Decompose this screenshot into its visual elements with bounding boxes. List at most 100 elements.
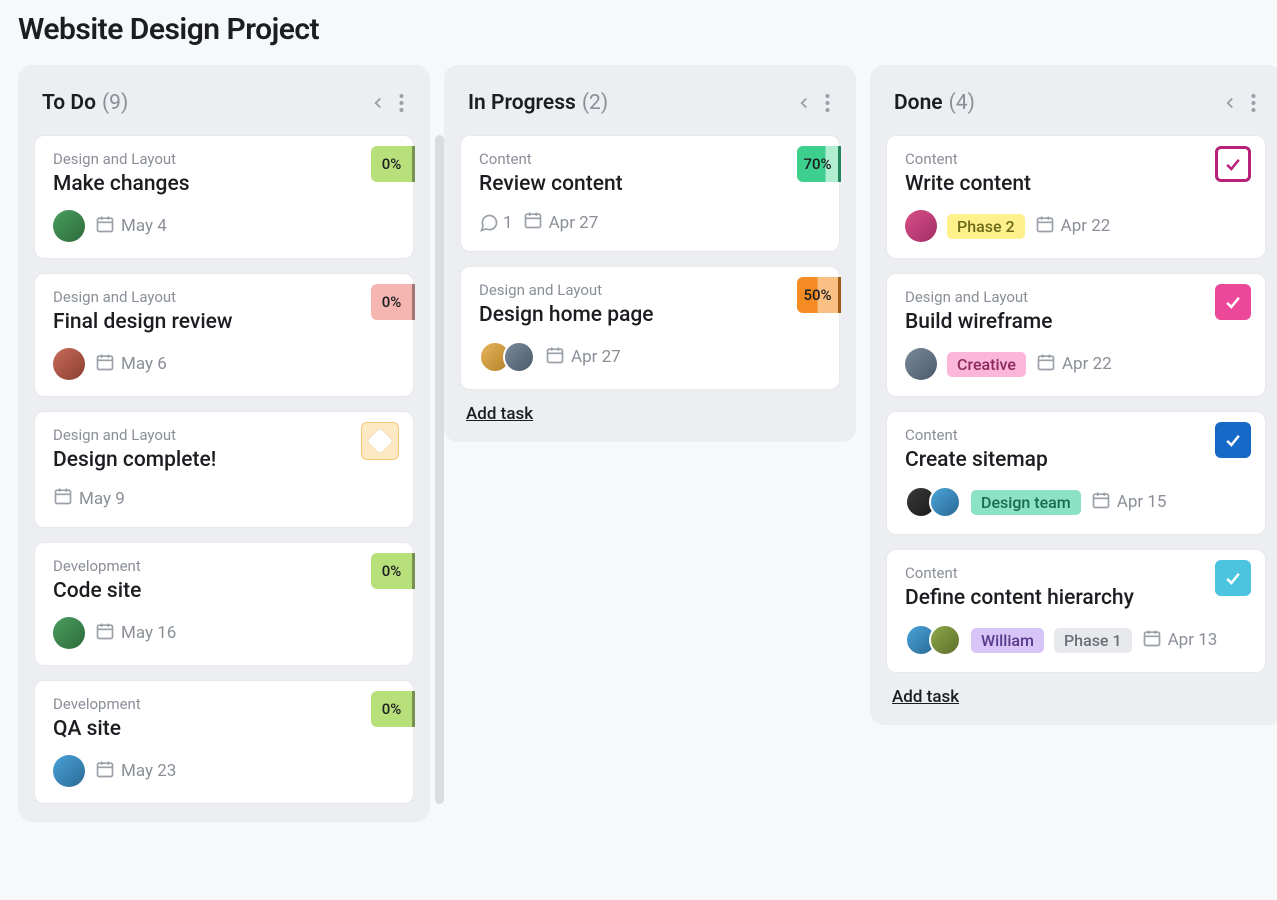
due-date[interactable]: Apr 27 <box>523 210 599 235</box>
collapse-column-icon[interactable] <box>363 90 393 116</box>
due-date[interactable]: Apr 22 <box>1035 214 1111 239</box>
collapse-column-icon[interactable] <box>789 90 819 116</box>
due-date[interactable]: Apr 13 <box>1142 628 1218 653</box>
tag[interactable]: William <box>971 628 1044 653</box>
progress-badge: 0% <box>371 553 415 589</box>
task-card[interactable]: Design and Layout Build wireframe Creati… <box>886 273 1266 397</box>
task-category: Design and Layout <box>53 426 395 444</box>
task-card[interactable]: Content Write content Phase 2 Apr 22 <box>886 135 1266 259</box>
due-date[interactable]: May 6 <box>95 352 167 377</box>
task-card[interactable]: 0% Design and Layout Make changes May 4 <box>34 135 414 259</box>
task-title: Build wireframe <box>905 310 1247 334</box>
task-title: QA site <box>53 717 395 741</box>
task-meta: May 9 <box>53 486 395 511</box>
avatar[interactable] <box>905 210 937 242</box>
avatar <box>503 341 535 373</box>
page-title: Website Design Project <box>18 12 1259 47</box>
task-title: Create sitemap <box>905 448 1247 472</box>
task-card[interactable]: Content Create sitemap Design team Apr 1… <box>886 411 1266 535</box>
milestone-badge <box>361 422 399 460</box>
avatar[interactable] <box>53 755 85 787</box>
due-date[interactable]: Apr 22 <box>1036 352 1112 377</box>
column-count: (4) <box>949 91 975 115</box>
column-header: In Progress (2) <box>444 65 856 135</box>
task-title: Design home page <box>479 303 821 327</box>
task-category: Design and Layout <box>905 288 1247 306</box>
progress-badge: 70% <box>797 146 841 182</box>
avatar-stack[interactable] <box>905 486 961 518</box>
add-task-button[interactable]: Add task <box>466 404 533 424</box>
task-title: Write content <box>905 172 1247 196</box>
card-list: 0% Design and Layout Make changes May 4 … <box>18 135 430 804</box>
task-meta: Phase 2 Apr 22 <box>905 210 1247 242</box>
task-meta: May 16 <box>53 617 395 649</box>
due-date[interactable]: May 4 <box>95 214 167 239</box>
due-date[interactable]: Apr 27 <box>545 345 621 370</box>
progress-badge: 0% <box>371 146 415 182</box>
task-meta: May 4 <box>53 210 395 242</box>
tag[interactable]: Design team <box>971 490 1081 515</box>
column-menu-icon[interactable] <box>393 89 410 117</box>
avatar[interactable] <box>53 210 85 242</box>
task-title: Make changes <box>53 172 395 196</box>
task-category: Content <box>905 564 1247 582</box>
avatar-stack[interactable] <box>479 341 535 373</box>
column-menu-icon[interactable] <box>1245 89 1262 117</box>
task-category: Design and Layout <box>53 150 395 168</box>
avatar[interactable] <box>53 348 85 380</box>
avatar[interactable] <box>905 348 937 380</box>
task-category: Development <box>53 557 395 575</box>
task-category: Design and Layout <box>479 281 821 299</box>
task-meta: William Phase 1 Apr 13 <box>905 624 1247 656</box>
task-meta: May 23 <box>53 755 395 787</box>
task-title: Define content hierarchy <box>905 586 1247 610</box>
calendar-icon <box>1036 352 1056 377</box>
column: To Do (9) 0% Design and Layout Make chan… <box>18 65 430 822</box>
task-card[interactable]: 0% Development QA site May 23 <box>34 680 414 804</box>
card-list: Content Write content Phase 2 Apr 22 Des… <box>870 135 1277 673</box>
collapse-column-icon[interactable] <box>1215 90 1245 116</box>
task-card[interactable]: Content Define content hierarchy William… <box>886 549 1266 673</box>
avatar-stack[interactable] <box>905 624 961 656</box>
column-header: Done (4) <box>870 65 1277 135</box>
task-meta: Creative Apr 22 <box>905 348 1247 380</box>
due-date[interactable]: May 9 <box>53 486 125 511</box>
calendar-icon <box>1035 214 1055 239</box>
column-menu-icon[interactable] <box>819 89 836 117</box>
task-meta: May 6 <box>53 348 395 380</box>
column-title: In Progress <box>468 91 576 115</box>
column: Done (4) Content Write content Phase 2 A… <box>870 65 1277 725</box>
done-check-badge <box>1215 422 1251 458</box>
calendar-icon <box>95 621 115 646</box>
add-task-button[interactable]: Add task <box>892 687 959 707</box>
task-category: Content <box>905 150 1247 168</box>
progress-badge: 50% <box>797 277 841 313</box>
card-list: 70% Content Review content 1 Apr 27 50% … <box>444 135 856 390</box>
tag[interactable]: Phase 1 <box>1054 628 1132 653</box>
column-count: (2) <box>582 91 608 115</box>
task-meta: 1 Apr 27 <box>479 210 821 235</box>
task-card[interactable]: 50% Design and Layout Design home page A… <box>460 266 840 390</box>
due-date[interactable]: Apr 15 <box>1091 490 1167 515</box>
column-header: To Do (9) <box>18 65 430 135</box>
avatar <box>929 624 961 656</box>
calendar-icon <box>95 759 115 784</box>
progress-badge: 0% <box>371 284 415 320</box>
column: In Progress (2) 70% Content Review conte… <box>444 65 856 442</box>
calendar-icon <box>545 345 565 370</box>
due-date[interactable]: May 23 <box>95 759 176 784</box>
task-card[interactable]: 0% Design and Layout Final design review… <box>34 273 414 397</box>
done-check-badge <box>1215 560 1251 596</box>
due-date[interactable]: May 16 <box>95 621 176 646</box>
tag[interactable]: Phase 2 <box>947 214 1025 239</box>
task-card[interactable]: 0% Development Code site May 16 <box>34 542 414 666</box>
task-title: Code site <box>53 579 395 603</box>
tag[interactable]: Creative <box>947 352 1026 377</box>
task-meta: Apr 27 <box>479 341 821 373</box>
task-card[interactable]: 70% Content Review content 1 Apr 27 <box>460 135 840 252</box>
task-card[interactable]: Design and Layout Design complete! May 9 <box>34 411 414 528</box>
progress-badge: 0% <box>371 691 415 727</box>
column-count: (9) <box>102 91 128 115</box>
comment-count[interactable]: 1 <box>479 213 513 233</box>
avatar[interactable] <box>53 617 85 649</box>
